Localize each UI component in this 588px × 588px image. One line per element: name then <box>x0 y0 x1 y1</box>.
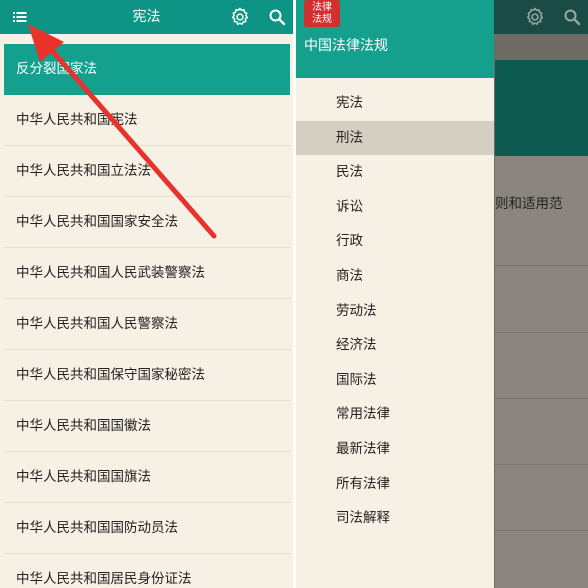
logo-line-1: 法律 <box>312 2 332 13</box>
app-logo: 法律 法规 <box>304 0 340 27</box>
drawer-item[interactable]: 商法 <box>296 259 494 294</box>
list-item[interactable]: 中华人民共和国人民警察法 <box>4 299 290 350</box>
drawer-item[interactable]: 所有法律 <box>296 467 494 502</box>
list-item[interactable]: 中华人民共和国国家安全法 <box>4 197 290 248</box>
drawer-item-selected[interactable]: 刑法 <box>296 120 494 156</box>
dimmed-header <box>495 60 588 156</box>
drawer-item[interactable]: 诉讼 <box>296 190 494 225</box>
divider <box>495 265 588 266</box>
list-item[interactable]: 中华人民共和国宪法 <box>4 95 290 146</box>
law-list: 反分裂国家法 中华人民共和国宪法 中华人民共和国立法法 中华人民共和国国家安全法… <box>4 44 290 588</box>
drawer-item[interactable]: 司法解释 <box>296 501 494 536</box>
drawer-item[interactable]: 国际法 <box>296 363 494 398</box>
left-phone-screen: 宪法 反分裂国家法 中华人民共和国宪法 中华人民共和国立法法 中华人民共和国国家… <box>0 0 293 588</box>
app-bar: 宪法 <box>0 0 293 34</box>
list-item[interactable]: 中华人民共和国居民身份证法 <box>4 554 290 588</box>
list-item[interactable]: 反分裂国家法 <box>4 44 290 95</box>
divider <box>495 530 588 531</box>
list-item[interactable]: 中华人民共和国国防动员法 <box>4 503 290 554</box>
list-item[interactable]: 中华人民共和国立法法 <box>4 146 290 197</box>
search-icon[interactable] <box>267 7 287 27</box>
drawer-item[interactable]: 行政 <box>296 224 494 259</box>
list-item[interactable]: 中华人民共和国国徽法 <box>4 401 290 452</box>
drawer-header: 法律 法规 中国法律法规 <box>296 0 494 78</box>
dimmed-content <box>495 156 588 588</box>
list-item[interactable]: 中华人民共和国保守国家秘密法 <box>4 350 290 401</box>
drawer-item[interactable]: 宪法 <box>296 86 494 121</box>
list-item[interactable]: 中华人民共和国国旗法 <box>4 452 290 503</box>
drawer-item[interactable]: 常用法律 <box>296 397 494 432</box>
gear-icon[interactable] <box>524 6 546 28</box>
drawer-item[interactable]: 民法 <box>296 155 494 190</box>
divider <box>495 464 588 465</box>
divider <box>495 398 588 399</box>
drawer-item[interactable]: 劳动法 <box>296 294 494 329</box>
partial-text: 则和适用范 <box>495 196 563 212</box>
gear-icon[interactable] <box>229 6 251 28</box>
divider <box>495 332 588 333</box>
app-name: 中国法律法规 <box>304 38 388 54</box>
logo-line-2: 法规 <box>312 14 332 25</box>
list-item[interactable]: 中华人民共和国人民武装警察法 <box>4 248 290 299</box>
drawer-item[interactable]: 经济法 <box>296 328 494 363</box>
drawer-menu: 宪法 刑法 民法 诉讼 行政 商法 劳动法 经济法 国际法 常用法律 最新法律 … <box>296 86 494 536</box>
navigation-drawer: 法律 法规 中国法律法规 宪法 刑法 民法 诉讼 行政 商法 劳动法 经济法 国… <box>296 0 494 588</box>
search-icon[interactable] <box>562 7 582 27</box>
drawer-item[interactable]: 最新法律 <box>296 432 494 467</box>
